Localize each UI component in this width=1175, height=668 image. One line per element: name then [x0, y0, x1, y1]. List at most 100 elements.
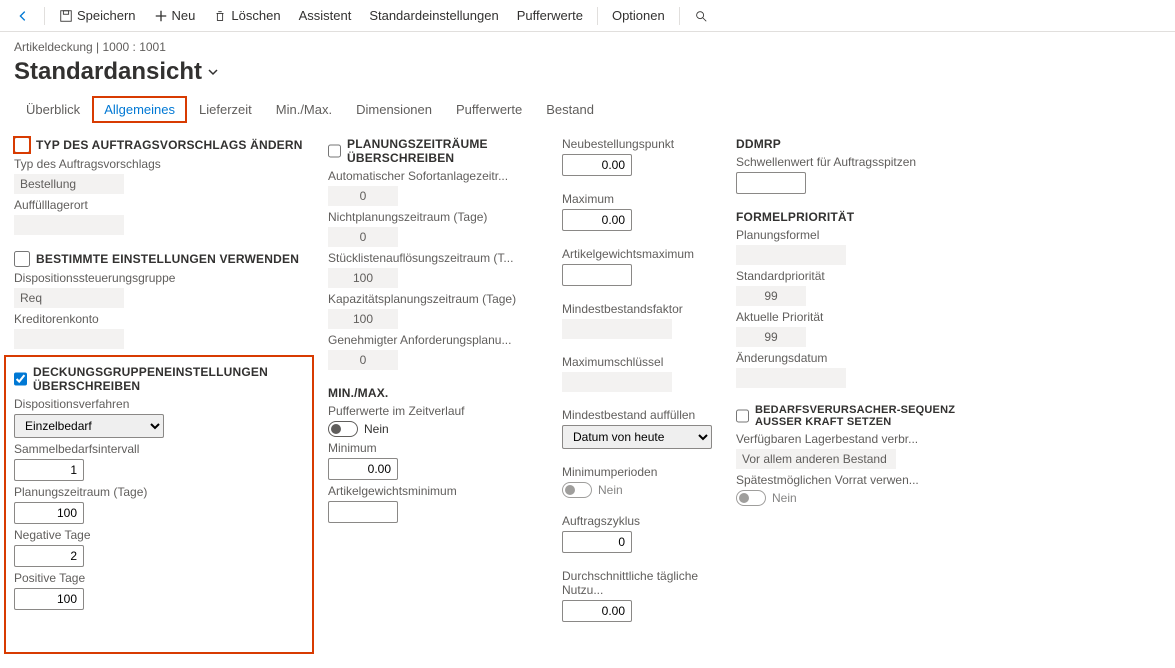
vendor-account-field: Kreditorenkonto	[14, 312, 304, 349]
approved-req-value: 0	[328, 350, 398, 370]
tab-leadtime[interactable]: Lieferzeit	[187, 96, 264, 123]
fulfill-warehouse-field: Auffülllagerort	[14, 198, 304, 235]
adu-field: Durchschnittliche tägliche Nutzu...	[562, 569, 712, 622]
plan-formula-value	[736, 245, 846, 265]
plus-icon	[154, 9, 168, 23]
section-title: BESTIMMTE EINSTELLUNGEN VERWENDEN	[36, 252, 299, 266]
label: Planungsformel	[736, 228, 956, 242]
assistant-button[interactable]: Assistent	[291, 4, 360, 27]
override-order-type-checkbox[interactable]	[14, 137, 30, 153]
positive-days-field: Positive Tage	[14, 571, 304, 610]
vendor-account-value	[14, 329, 124, 349]
section-title: MIN./MAX.	[328, 386, 388, 400]
tab-minmax[interactable]: Min./Max.	[264, 96, 344, 123]
label: Artikelgewichtsminimum	[328, 484, 538, 498]
order-cycle-input[interactable]	[562, 531, 632, 553]
cw-max-field: Artikelgewichtsmaximum	[562, 247, 712, 286]
planned-order-type-field: Typ des Auftragsvorschlags Bestellung	[14, 157, 304, 194]
toolbar: Speichern Neu Löschen Assistent Standard…	[0, 0, 1175, 32]
search-button[interactable]	[686, 5, 716, 27]
bom-explosion-field: Stücklistenauflösungszeitraum (T... 100	[328, 251, 538, 288]
save-icon	[59, 9, 73, 23]
label: Spätestmöglichen Vorrat verwen...	[736, 473, 956, 487]
freeze-value: 0	[328, 227, 398, 247]
defaults-button[interactable]: Standardeinstellungen	[361, 4, 506, 27]
back-button[interactable]	[8, 5, 38, 27]
column-3: Neubestellungspunkt Maximum Artikelgewic…	[562, 137, 712, 626]
tab-inventory[interactable]: Bestand	[534, 96, 606, 123]
label: Genehmigter Anforderungsplanu...	[328, 333, 538, 347]
label: Verfügbaren Lagerbestand verbr...	[736, 432, 956, 446]
maximum-input[interactable]	[562, 209, 632, 231]
override-coverage-group-box: DECKUNGSGRUPPENEINSTELLUNGEN ÜBERSCHREIB…	[4, 355, 314, 654]
column-4: DDMRP Schwellenwert für Auftragsspitzen …	[736, 137, 956, 510]
change-date-value	[736, 368, 846, 388]
tab-general[interactable]: Allgemeines	[92, 96, 187, 123]
tab-dimensions[interactable]: Dimensionen	[344, 96, 444, 123]
column-2: PLANUNGSZEITRÄUME ÜBERSCHREIBEN Automati…	[328, 137, 538, 527]
cw-max-input[interactable]	[562, 264, 632, 286]
coverage-period-input[interactable]	[14, 459, 84, 481]
minimum-field: Minimum	[328, 441, 538, 480]
coverage-code-select[interactable]: Einzelbedarf	[14, 414, 164, 438]
options-label: Optionen	[612, 8, 665, 23]
capacity-value: 100	[328, 309, 398, 329]
coverage-period-field: Sammelbedarfsintervall	[14, 442, 304, 481]
toggle-label: Nein	[364, 422, 389, 436]
buffer-button[interactable]: Pufferwerte	[509, 4, 591, 27]
override-time-fences-checkbox[interactable]	[328, 143, 341, 159]
use-specific-settings-checkbox[interactable]	[14, 251, 30, 267]
section-title: PLANUNGSZEITRÄUME ÜBERSCHREIBEN	[347, 137, 538, 165]
label: Mindestbestand auffüllen	[562, 408, 712, 422]
options-button[interactable]: Optionen	[604, 4, 673, 27]
label: Planungszeitraum (Tage)	[14, 485, 304, 499]
tab-overview[interactable]: Überblick	[14, 96, 92, 123]
label: Automatischer Sofortanlagezeitr...	[328, 169, 538, 183]
section-title: DDMRP	[736, 137, 781, 151]
fulfill-warehouse-value	[14, 215, 124, 235]
spike-threshold-field: Schwellenwert für Auftragsspitzen	[736, 155, 956, 194]
new-button[interactable]: Neu	[146, 4, 204, 27]
min-periods-toggle[interactable]: Nein	[562, 482, 712, 498]
time-fence-input[interactable]	[14, 502, 84, 524]
buffer-time-toggle[interactable]: Nein	[328, 421, 538, 437]
delete-button[interactable]: Löschen	[205, 4, 288, 27]
save-label: Speichern	[77, 8, 136, 23]
use-latest-toggle[interactable]: Nein	[736, 490, 956, 506]
fulfill-min-select[interactable]: Datum von heute	[562, 425, 712, 449]
spike-threshold-input[interactable]	[736, 172, 806, 194]
tabs: Überblick Allgemeines Lieferzeit Min./Ma…	[0, 96, 1175, 123]
page-title[interactable]: Standardansicht	[0, 56, 1175, 96]
change-date-field: Änderungsdatum	[736, 351, 956, 388]
toggle-label: Nein	[772, 491, 797, 505]
section-header-specific-settings: BESTIMMTE EINSTELLUNGEN VERWENDEN	[14, 251, 304, 267]
label: Auffülllagerort	[14, 198, 304, 212]
override-coverage-checkbox[interactable]	[14, 371, 27, 387]
label: Kapazitätsplanungszeitraum (Tage)	[328, 292, 538, 306]
minimum-input[interactable]	[328, 458, 398, 480]
label: Standardpriorität	[736, 269, 956, 283]
label: Maximum	[562, 192, 712, 206]
new-label: Neu	[172, 8, 196, 23]
separator	[597, 7, 598, 25]
positive-days-input[interactable]	[14, 588, 84, 610]
override-pegging-checkbox[interactable]	[736, 408, 749, 424]
min-periods-field: Minimumperioden Nein	[562, 465, 712, 498]
label: Sammelbedarfsintervall	[14, 442, 304, 456]
page-title-text: Standardansicht	[14, 58, 202, 86]
label: Negative Tage	[14, 528, 304, 542]
adu-input[interactable]	[562, 600, 632, 622]
negative-days-input[interactable]	[14, 545, 84, 567]
tab-buffer[interactable]: Pufferwerte	[444, 96, 534, 123]
cw-min-input[interactable]	[328, 501, 398, 523]
negative-days-field: Negative Tage	[14, 528, 304, 567]
reorder-input[interactable]	[562, 154, 632, 176]
label: Kreditorenkonto	[14, 312, 304, 326]
save-button[interactable]: Speichern	[51, 4, 144, 27]
coverage-code-field: Dispositionsverfahren Einzelbedarf	[14, 397, 304, 438]
section-header-override-coverage: DECKUNGSGRUPPENEINSTELLUNGEN ÜBERSCHREIB…	[14, 365, 304, 393]
label: Dispositionsverfahren	[14, 397, 304, 411]
separator	[44, 7, 45, 25]
reorder-field: Neubestellungspunkt	[562, 137, 712, 176]
cur-priority-field: Aktuelle Priorität 99	[736, 310, 956, 347]
